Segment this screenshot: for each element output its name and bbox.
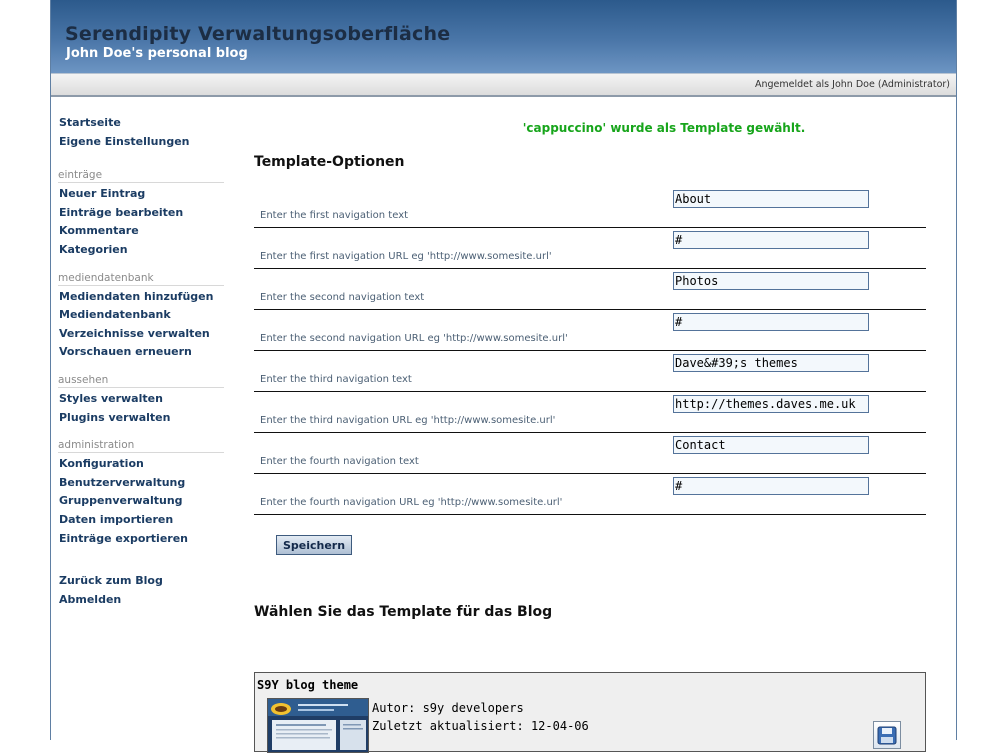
nav-text-4-input[interactable] (673, 436, 869, 454)
blog-name: John Doe's personal blog (66, 46, 248, 61)
theme-name: S9Y blog theme (257, 678, 359, 692)
nav-text-1-input[interactable] (673, 190, 869, 208)
option-row: Enter the fourth navigation URL eg 'http… (254, 474, 926, 515)
sidebar-item-kommentare[interactable]: Kommentare (58, 222, 224, 241)
user-bar: Angemeldet als John Doe (Administrator) (51, 73, 956, 97)
nav-url-3-input[interactable] (673, 395, 869, 413)
sidebar-item-eintraege-bearbeiten[interactable]: Einträge bearbeiten (58, 204, 224, 223)
sidebar-item-daten-importieren[interactable]: Daten importieren (58, 511, 224, 530)
option-label: Enter the second navigation text (260, 292, 425, 303)
theme-card: S9Y blog theme Autor: s9y developers Zul… (254, 672, 926, 753)
sidebar-item-gruppenverwaltung[interactable]: Gruppenverwaltung (58, 492, 224, 511)
option-label: Enter the first navigation URL eg 'http:… (260, 251, 552, 262)
choose-template-heading: Wählen Sie das Template für das Blog (254, 604, 553, 620)
option-row: Enter the second navigation URL eg 'http… (254, 310, 926, 351)
admin-wrapper: Serendipity Verwaltungsoberfläche John D… (50, 0, 957, 753)
sidebar-item-startseite[interactable]: Startseite (58, 114, 224, 133)
option-label: Enter the third navigation URL eg 'http:… (260, 415, 556, 426)
sidebar-section-aussehen: aussehen (58, 372, 224, 388)
sidebar-item-eigene-einstellungen[interactable]: Eigene Einstellungen (58, 133, 224, 152)
option-label: Enter the fourth navigation URL eg 'http… (260, 497, 563, 508)
sidebar-item-eintraege-exportieren[interactable]: Einträge exportieren (58, 530, 224, 549)
save-disk-icon-graphic (877, 726, 897, 745)
sidebar-item-abmelden[interactable]: Abmelden (58, 591, 224, 610)
option-row: Enter the first navigation text (254, 187, 926, 228)
sidebar-item-vorschauen-erneuern[interactable]: Vorschauen erneuern (58, 343, 224, 362)
option-row: Enter the second navigation text (254, 269, 926, 310)
option-label: Enter the third navigation text (260, 374, 412, 385)
theme-author: Autor: s9y developers (372, 701, 524, 715)
theme-updated: Zuletzt aktualisiert: 12-04-06 (372, 719, 589, 733)
options-heading: Template-Optionen (254, 154, 405, 170)
sidebar-item-styles-verwalten[interactable]: Styles verwalten (58, 390, 224, 409)
nav-text-3-input[interactable] (673, 354, 869, 372)
nav-url-2-input[interactable] (673, 313, 869, 331)
sidebar-item-plugins-verwalten[interactable]: Plugins verwalten (58, 409, 224, 428)
admin-header: Serendipity Verwaltungsoberfläche John D… (51, 0, 956, 73)
nav-text-2-input[interactable] (673, 272, 869, 290)
option-label: Enter the first navigation text (260, 210, 409, 221)
save-disk-icon[interactable] (873, 721, 901, 749)
option-row: Enter the third navigation text (254, 351, 926, 392)
nav-url-1-input[interactable] (673, 231, 869, 249)
sidebar-item-benutzerverwaltung[interactable]: Benutzerverwaltung (58, 474, 224, 493)
nav-url-4-input[interactable] (673, 477, 869, 495)
success-message: 'cappuccino' wurde als Template gewählt. (522, 121, 806, 135)
sidebar-item-mediendaten-hinzufuegen[interactable]: Mediendaten hinzufügen (58, 288, 224, 307)
option-row: Enter the fourth navigation text (254, 433, 926, 474)
sidebar-item-zurueck-zum-blog[interactable]: Zurück zum Blog (58, 572, 224, 591)
sidebar-section-mediendatenbank: mediendatenbank (58, 270, 224, 286)
save-button[interactable]: Speichern (276, 535, 352, 555)
sidebar-item-mediendatenbank[interactable]: Mediendatenbank (58, 306, 224, 325)
admin-title: Serendipity Verwaltungsoberfläche (65, 23, 451, 45)
theme-preview-thumbnail[interactable] (267, 698, 369, 753)
option-label: Enter the second navigation URL eg 'http… (260, 333, 568, 344)
option-row: Enter the first navigation URL eg 'http:… (254, 228, 926, 269)
option-label: Enter the fourth navigation text (260, 456, 419, 467)
option-row: Enter the third navigation URL eg 'http:… (254, 392, 926, 433)
sidebar-item-kategorien[interactable]: Kategorien (58, 241, 224, 260)
sidebar-section-eintraege: einträge (58, 167, 224, 184)
sidebar-section-administration: administration (58, 437, 224, 454)
sidebar-nav: Startseite Eigene Einstellungen einträge… (58, 114, 224, 609)
sidebar-item-konfiguration[interactable]: Konfiguration (58, 455, 224, 474)
sidebar-item-neuer-eintrag[interactable]: Neuer Eintrag (58, 185, 224, 204)
login-status: Angemeldet als John Doe (Administrator) (754, 79, 950, 90)
sidebar-item-verzeichnisse-verwalten[interactable]: Verzeichnisse verwalten (58, 325, 224, 344)
theme-preview-image (268, 699, 368, 752)
